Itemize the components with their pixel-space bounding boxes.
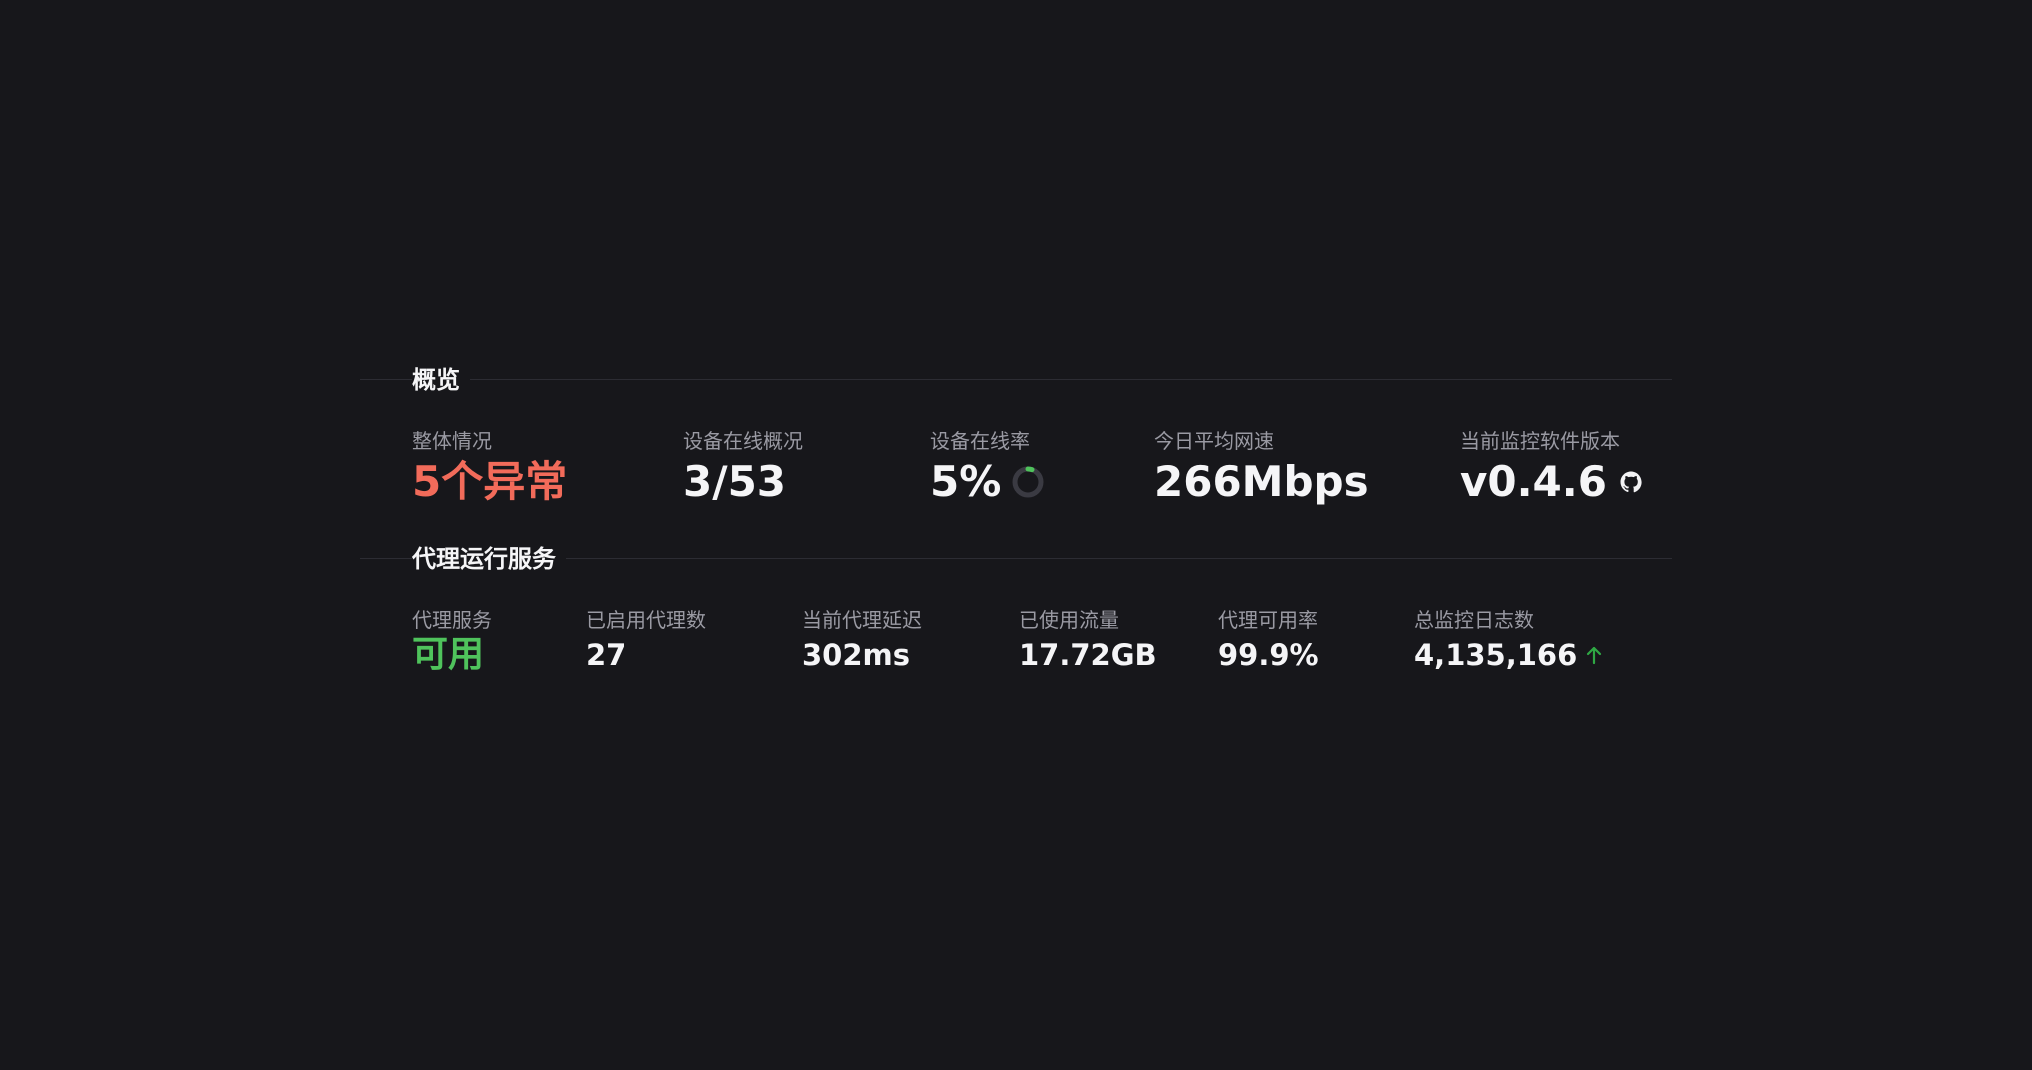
stat-value: 4,135,166 <box>1414 638 1578 672</box>
stat-value: 27 <box>586 638 627 672</box>
proxy-title: 代理运行服务 <box>412 539 566 579</box>
stat-value: 3/53 <box>683 457 787 506</box>
stat-value: 5% <box>930 457 1002 506</box>
stat-label: 代理服务 <box>412 608 492 632</box>
stat-label: 已启用代理数 <box>586 608 706 632</box>
stat-value: 17.72GB <box>1019 638 1157 672</box>
stat-device-online-overview: 设备在线概况 3/53 <box>683 428 803 510</box>
stat-avg-network-speed: 今日平均网速 266Mbps <box>1154 428 1369 510</box>
stat-traffic-used: 已使用流量 17.72GB <box>1019 607 1157 677</box>
stat-total-log-count: 总监控日志数 4,135,166 <box>1414 607 1603 677</box>
stat-label: 代理可用率 <box>1218 608 1318 632</box>
stat-label: 今日平均网速 <box>1154 429 1274 453</box>
stat-software-version: 当前监控软件版本 v0.4.6 <box>1460 428 1643 510</box>
stat-label: 已使用流量 <box>1019 608 1119 632</box>
dashboard: 概览 整体情况 5个异常 设备在线概况 3/53 设备在线率 5% 今日平均网速… <box>0 0 2032 1070</box>
overview-section-header: 概览 <box>360 360 1672 400</box>
github-icon[interactable] <box>1619 470 1643 494</box>
stat-value: 302ms <box>802 638 911 672</box>
stat-label: 整体情况 <box>412 429 492 453</box>
stat-enabled-proxies: 已启用代理数 27 <box>586 607 706 677</box>
stat-label: 设备在线率 <box>930 429 1030 453</box>
stat-label: 当前监控软件版本 <box>1460 429 1620 453</box>
arrow-up-icon <box>1587 646 1602 665</box>
stat-proxy-latency: 当前代理延迟 302ms <box>802 607 922 677</box>
stat-value: 99.9% <box>1218 638 1319 672</box>
stat-label: 总监控日志数 <box>1414 608 1534 632</box>
stat-overall-status: 整体情况 5个异常 <box>412 428 567 510</box>
online-rate-ring-icon <box>1012 466 1044 498</box>
stat-value: 266Mbps <box>1154 457 1369 506</box>
stat-label: 当前代理延迟 <box>802 608 922 632</box>
stat-value: v0.4.6 <box>1460 457 1607 506</box>
stat-device-online-rate: 设备在线率 5% <box>930 428 1045 510</box>
proxy-section-header: 代理运行服务 <box>360 539 1672 579</box>
stat-label: 设备在线概况 <box>683 429 803 453</box>
stat-value: 可用 <box>412 634 485 675</box>
stat-proxy-availability: 代理可用率 99.9% <box>1218 607 1319 677</box>
divider <box>360 379 1672 380</box>
stat-value: 5个异常 <box>412 457 568 506</box>
overview-title: 概览 <box>412 360 470 400</box>
stat-proxy-service: 代理服务 可用 <box>412 607 492 677</box>
